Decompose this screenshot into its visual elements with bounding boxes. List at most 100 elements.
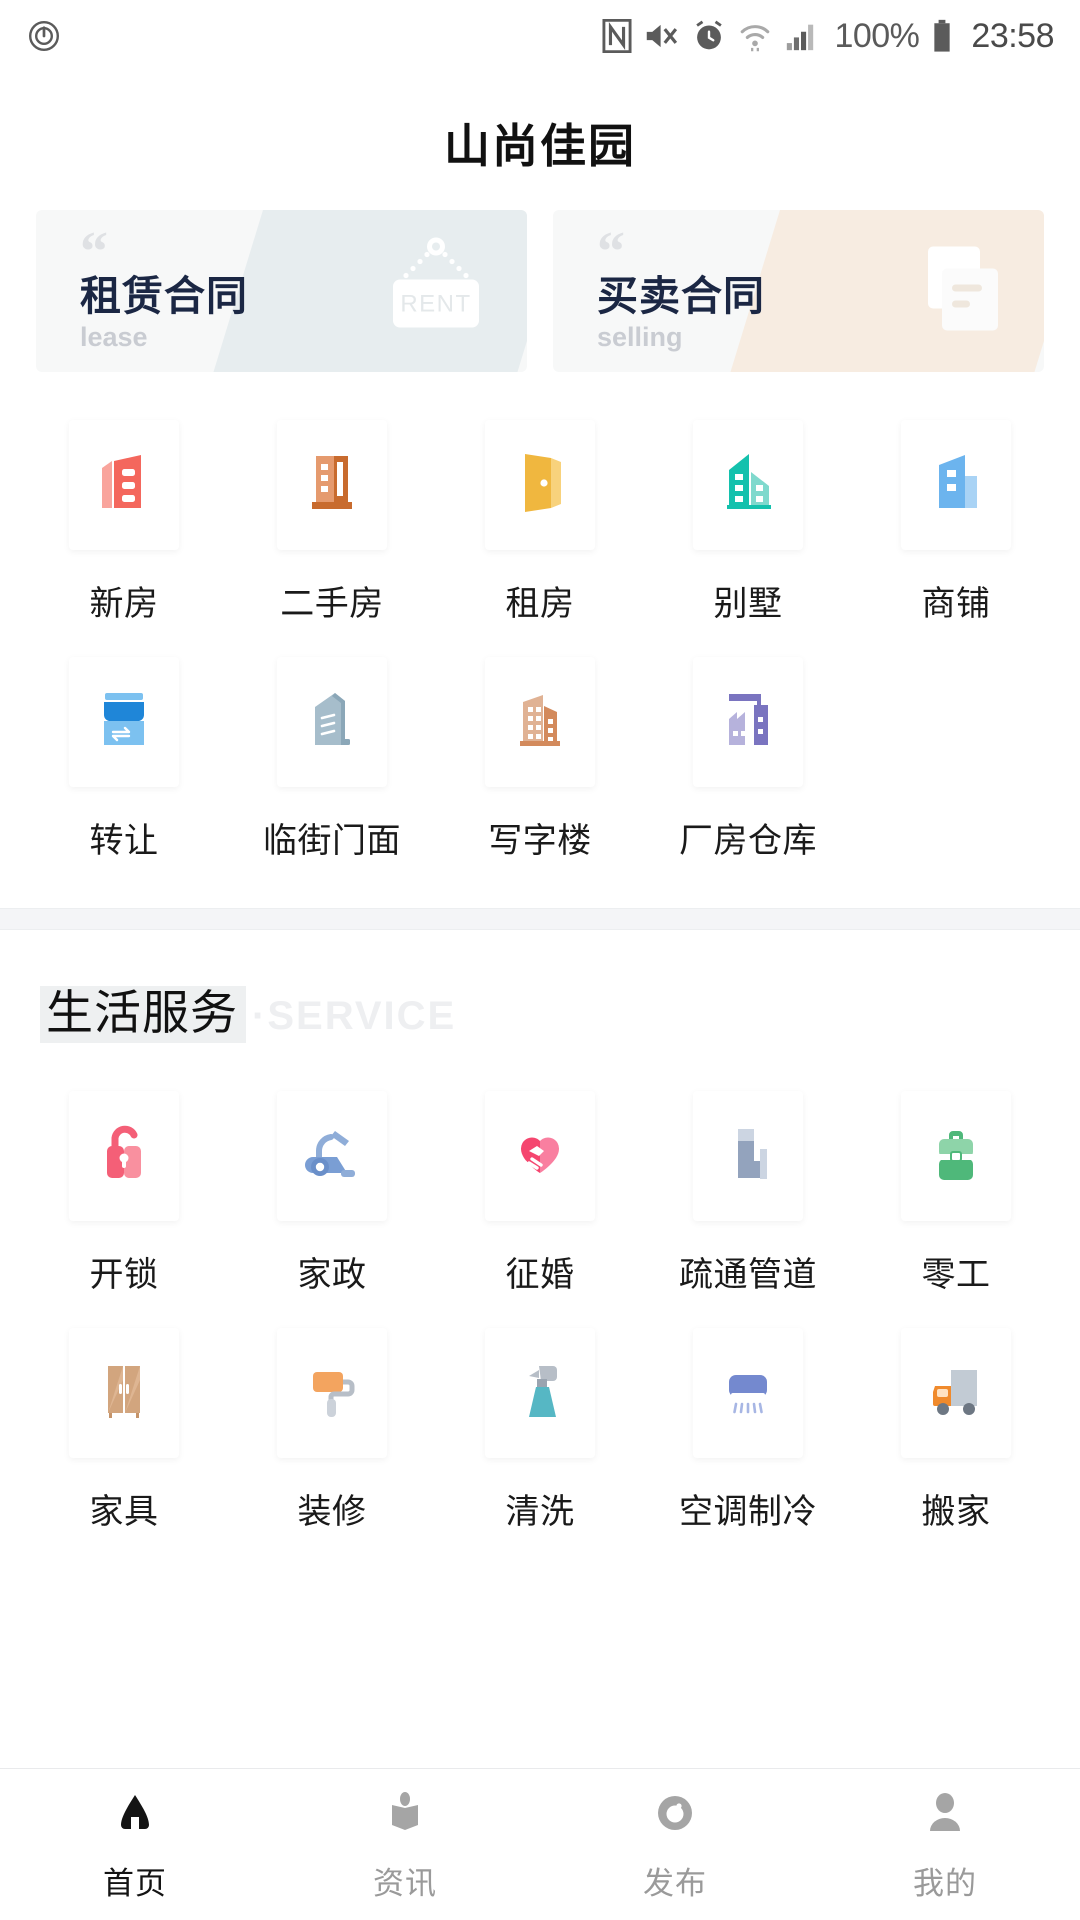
- shop-awning-icon: [83, 679, 165, 766]
- service-title-cn: 生活服务: [40, 986, 246, 1044]
- wardrobe-icon: [83, 1350, 165, 1437]
- grid-item-转让[interactable]: 转让: [20, 639, 228, 872]
- nav-item-profile[interactable]: 我的: [810, 1769, 1080, 1920]
- grid-item-装修[interactable]: 装修: [228, 1310, 436, 1543]
- air-conditioner-icon: [707, 1350, 789, 1437]
- grid-item-label: 装修: [297, 1493, 367, 1532]
- office-towers-icon: [499, 679, 581, 766]
- grid-item-label: 写字楼: [488, 822, 592, 860]
- nav-item-label: 资讯: [373, 1865, 437, 1901]
- grid-item-label: 别墅: [713, 585, 783, 623]
- clock-label: 23:58: [971, 16, 1054, 55]
- grid-item-新房[interactable]: 新房: [20, 402, 228, 635]
- power-recording-icon: [26, 18, 62, 54]
- icon-tile: [69, 1091, 179, 1222]
- status-left-icons: [26, 18, 62, 54]
- pipe-icon: [707, 1113, 789, 1200]
- grid-item-label: 征婚: [505, 1256, 575, 1295]
- grid-item-厂房仓库[interactable]: 厂房仓库: [644, 639, 852, 872]
- moving-truck-icon: [915, 1350, 997, 1437]
- icon-tile: [277, 1091, 387, 1222]
- icon-tile: [693, 1091, 803, 1222]
- selling-card-title: 买卖合同: [597, 273, 765, 319]
- icon-tile: [485, 657, 595, 787]
- grid-item-疏通管道[interactable]: 疏通管道: [644, 1073, 852, 1306]
- selling-card-subtitle: selling: [597, 322, 683, 352]
- nav-item-news[interactable]: 资讯: [270, 1769, 540, 1920]
- nav-item-publish[interactable]: 发布: [540, 1769, 810, 1920]
- vacuum-cleaner-icon: [291, 1113, 373, 1200]
- grid-item-搬家[interactable]: 搬家: [852, 1310, 1060, 1543]
- status-bar: 100% 23:58: [0, 0, 1080, 72]
- grid-item-label: 搬家: [921, 1493, 991, 1532]
- orange-tower-icon: [291, 442, 373, 529]
- grid-item-label: 清洗: [505, 1493, 575, 1532]
- grid-item-label: 租房: [505, 585, 575, 623]
- nav-item-label: 发布: [643, 1865, 707, 1901]
- grid-item-label: 零工: [921, 1256, 991, 1295]
- street-storefront-icon: [291, 679, 373, 766]
- lease-card-title: 租赁合同: [80, 273, 248, 319]
- icon-tile: [693, 657, 803, 787]
- grid-item-label: 厂房仓库: [679, 822, 817, 860]
- briefcase-icon: [915, 1113, 997, 1200]
- spray-bottle-icon: [499, 1350, 581, 1437]
- grid-item-家具[interactable]: 家具: [20, 1310, 228, 1543]
- grid-item-家政[interactable]: 家政: [228, 1073, 436, 1306]
- battery-percent-label: 100%: [834, 16, 920, 55]
- grid-item-别墅[interactable]: 别墅: [644, 402, 852, 635]
- icon-tile: [485, 420, 595, 550]
- icon-tile: [277, 657, 387, 787]
- lease-contract-card[interactable]: “ 租赁合同 lease RENT: [36, 210, 527, 372]
- grid-item-开锁[interactable]: 开锁: [20, 1073, 228, 1306]
- icon-tile: [277, 420, 387, 550]
- home-icon: [109, 1787, 161, 1844]
- grid-item-清洗[interactable]: 清洗: [436, 1310, 644, 1543]
- property-grid: 新房 二手房 租房 别墅 商铺 转让 临街门面 写字楼 厂房仓库: [20, 402, 1060, 872]
- grid-item-label: 疏通管道: [679, 1256, 817, 1295]
- grid-item-二手房[interactable]: 二手房: [228, 402, 436, 635]
- nav-item-label: 我的: [913, 1865, 977, 1901]
- selling-contract-card[interactable]: “ 买卖合同 selling: [553, 210, 1044, 372]
- grid-item-空调制冷[interactable]: 空调制冷: [644, 1310, 852, 1543]
- grid-item-临街门面[interactable]: 临街门面: [228, 639, 436, 872]
- grid-item-租房[interactable]: 租房: [436, 402, 644, 635]
- icon-tile: [901, 420, 1011, 550]
- icon-tile: [693, 1328, 803, 1459]
- icon-tile: [901, 1091, 1011, 1222]
- document-icon: [906, 233, 1018, 350]
- icon-tile: [69, 657, 179, 787]
- grid-item-label: 开锁: [89, 1256, 159, 1295]
- wifi-icon: [738, 19, 772, 53]
- person-icon: [919, 1787, 971, 1844]
- service-title-separator: ·: [252, 994, 268, 1038]
- service-grid-block: 开锁 家政 征婚 疏通管道 零工 家具 装修 清洗 空调制冷 搬家: [0, 1043, 1080, 1543]
- grid-item-label: 新房: [89, 585, 159, 623]
- rent-sign-text: RENT: [400, 291, 471, 318]
- nav-item-label: 首页: [103, 1865, 167, 1901]
- grid-item-label: 商铺: [921, 585, 991, 623]
- grid-item-零工[interactable]: 零工: [852, 1073, 1060, 1306]
- contract-cards-row: “ 租赁合同 lease RENT “ 买卖合同 selling: [0, 210, 1080, 372]
- grid-item-征婚[interactable]: 征婚: [436, 1073, 644, 1306]
- factory-warehouse-icon: [707, 679, 789, 766]
- yellow-door-icon: [499, 442, 581, 529]
- bottom-navigation-bar: 首页 资讯 发布 我的: [0, 1768, 1080, 1920]
- grid-item-商铺[interactable]: 商铺: [852, 402, 1060, 635]
- heart-handshake-icon: [499, 1113, 581, 1200]
- page-title: 山尚佳园: [444, 120, 636, 172]
- rent-sign-icon: RENT: [371, 230, 501, 353]
- open-lock-icon: [83, 1113, 165, 1200]
- grid-item-写字楼[interactable]: 写字楼: [436, 639, 644, 872]
- teal-villa-icon: [707, 442, 789, 529]
- grid-item-label: 家政: [297, 1256, 367, 1295]
- grid-item-label: 空调制冷: [679, 1493, 817, 1532]
- grid-item-label: 二手房: [280, 585, 384, 623]
- nav-item-home[interactable]: 首页: [0, 1769, 270, 1920]
- grid-item-label: 临街门面: [263, 822, 401, 860]
- icon-tile: [69, 1328, 179, 1459]
- service-grid: 开锁 家政 征婚 疏通管道 零工 家具 装修 清洗 空调制冷 搬家: [20, 1073, 1060, 1543]
- red-building-icon: [83, 442, 165, 529]
- service-title-en: ·SERVICE: [252, 994, 456, 1039]
- status-right-icons: 100% 23:58: [602, 17, 1054, 56]
